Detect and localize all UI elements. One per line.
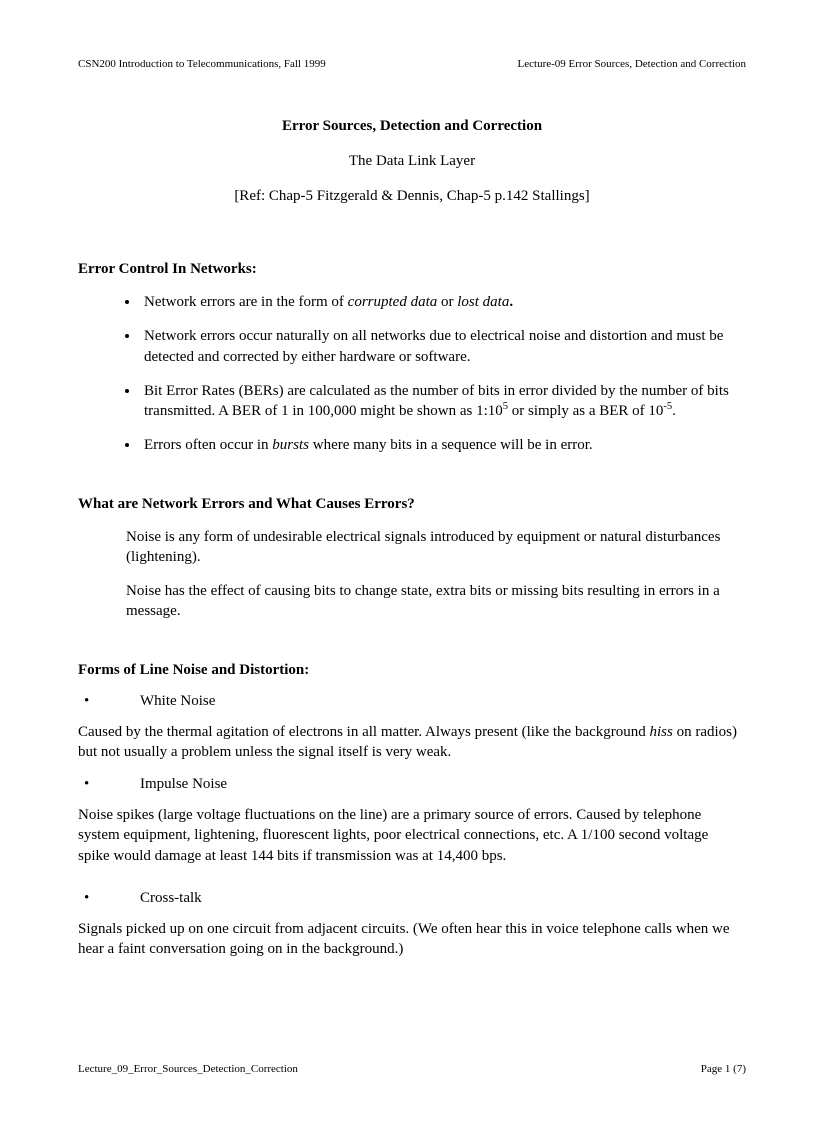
text-italic: hiss	[650, 724, 673, 740]
noise-type-row: •White Noise	[78, 693, 746, 710]
text: .	[672, 403, 676, 419]
noise-type-row: •Impulse Noise	[78, 776, 746, 793]
text: or	[437, 294, 457, 310]
text-italic: bursts	[272, 437, 309, 453]
text: Errors often occur in	[144, 437, 272, 453]
text-italic: lost data	[457, 294, 509, 310]
bullet-icon: •	[78, 693, 140, 710]
paragraph: Noise has the effect of causing bits to …	[126, 581, 746, 622]
page-header: CSN200 Introduction to Telecommunication…	[78, 58, 746, 70]
noise-type-label: White Noise	[140, 693, 215, 709]
paragraph: Noise is any form of undesirable electri…	[126, 527, 746, 568]
list-item: Bit Error Rates (BERs) are calculated as…	[140, 381, 746, 422]
text: where many bits in a sequence will be in…	[309, 437, 593, 453]
superscript: -5	[663, 401, 672, 412]
header-left: CSN200 Introduction to Telecommunication…	[78, 58, 326, 70]
bullet-icon: •	[78, 776, 140, 793]
paragraph: Caused by the thermal agitation of elect…	[78, 722, 746, 763]
list-item: Network errors occur naturally on all ne…	[140, 326, 746, 367]
text: Network errors are in the form of	[144, 294, 348, 310]
bullet-list: Network errors are in the form of corrup…	[140, 292, 746, 456]
text-italic: corrupted data	[348, 294, 438, 310]
list-item: Errors often occur in bursts where many …	[140, 435, 746, 455]
text-bold: .	[509, 294, 513, 310]
document-subtitle: The Data Link Layer	[78, 153, 746, 170]
page-footer: Lecture_09_Error_Sources_Detection_Corre…	[78, 1063, 746, 1075]
reference-line: [Ref: Chap-5 Fitzgerald & Dennis, Chap-5…	[78, 188, 746, 205]
text: Network errors occur naturally on all ne…	[144, 328, 723, 364]
section-heading-line-noise: Forms of Line Noise and Distortion:	[78, 662, 746, 679]
text: Caused by the thermal agitation of elect…	[78, 724, 650, 740]
noise-type-row: •Cross-talk	[78, 890, 746, 907]
header-right: Lecture-09 Error Sources, Detection and …	[518, 58, 746, 70]
footer-left: Lecture_09_Error_Sources_Detection_Corre…	[78, 1063, 298, 1075]
document-title: Error Sources, Detection and Correction	[78, 118, 746, 135]
page: CSN200 Introduction to Telecommunication…	[0, 0, 816, 1123]
section-heading-error-control: Error Control In Networks:	[78, 261, 746, 278]
footer-right: Page 1 (7)	[701, 1063, 746, 1075]
section-heading-network-errors: What are Network Errors and What Causes …	[78, 496, 746, 513]
paragraph: Signals picked up on one circuit from ad…	[78, 919, 746, 960]
noise-type-label: Impulse Noise	[140, 776, 227, 792]
paragraph: Noise spikes (large voltage fluctuations…	[78, 805, 746, 866]
bullet-icon: •	[78, 890, 140, 907]
noise-type-label: Cross-talk	[140, 890, 202, 906]
list-item: Network errors are in the form of corrup…	[140, 292, 746, 312]
text: or simply as a BER of 10	[508, 403, 663, 419]
